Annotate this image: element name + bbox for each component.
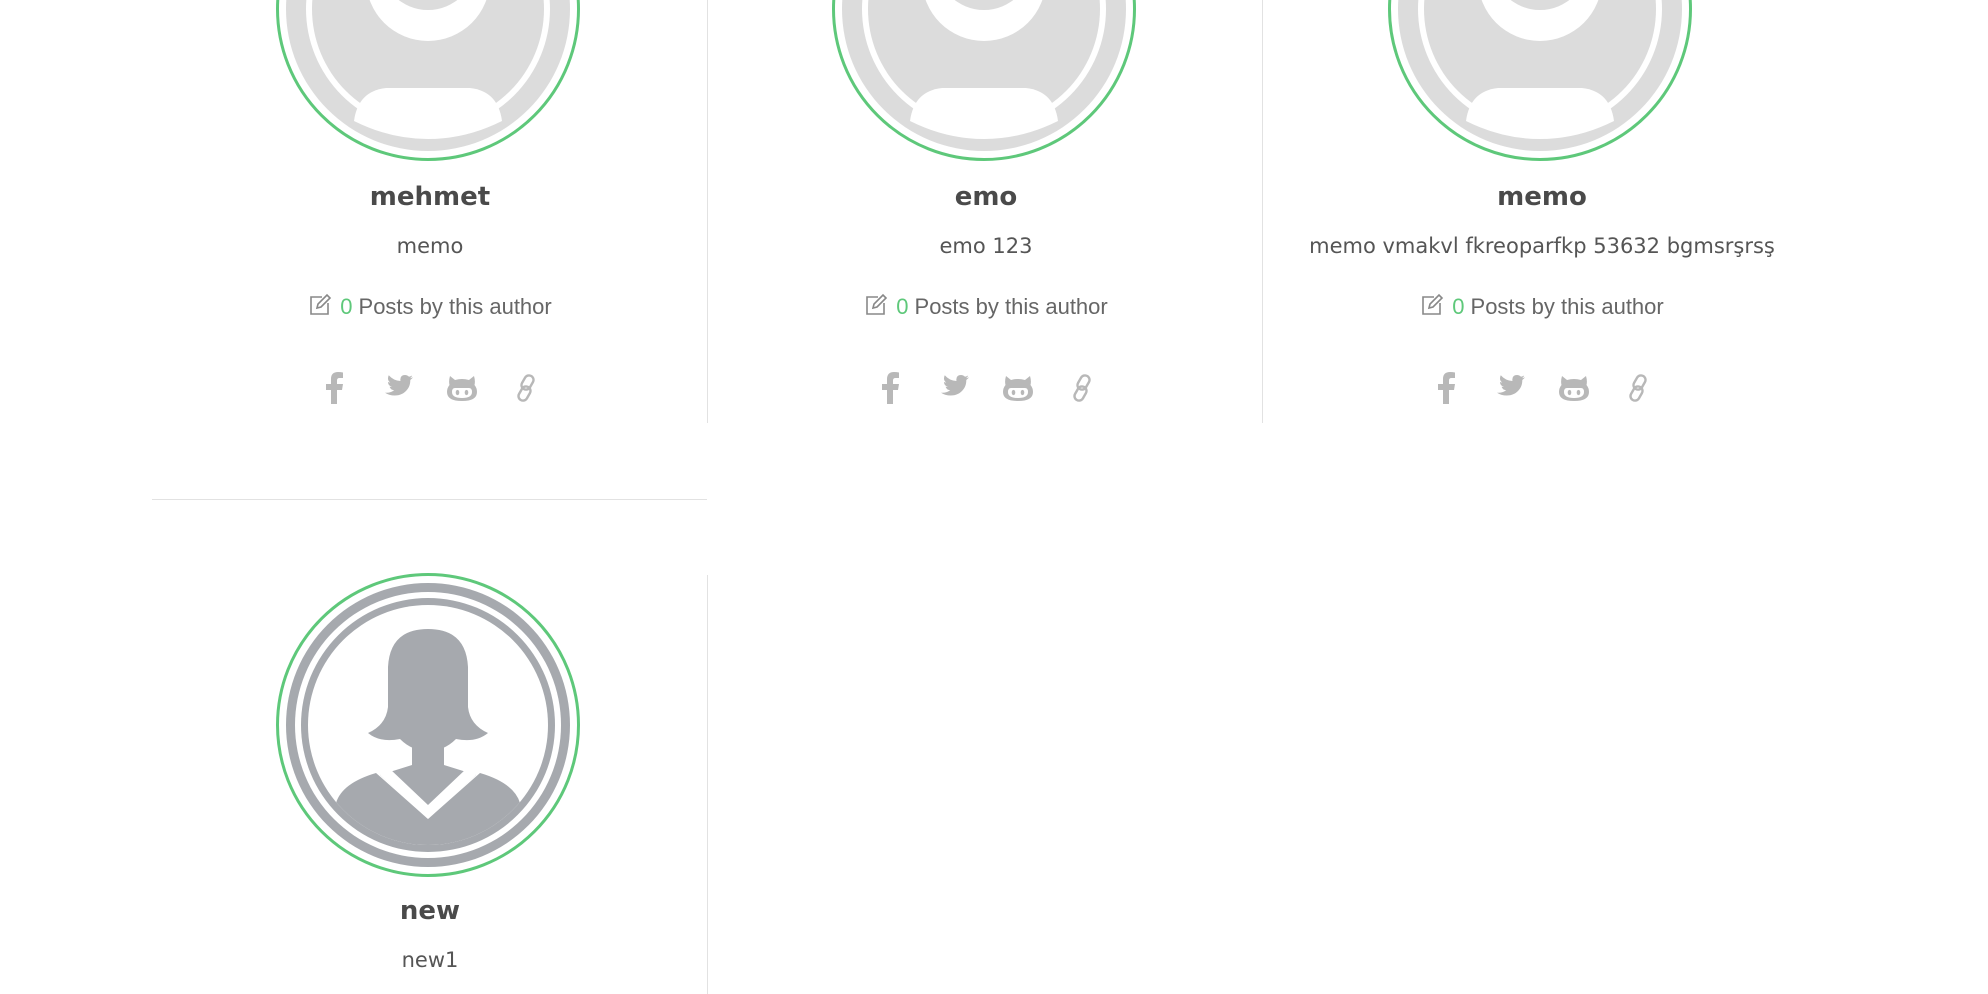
edit-icon bbox=[864, 293, 888, 324]
facebook-icon[interactable] bbox=[316, 370, 352, 406]
column-divider bbox=[1262, 0, 1263, 423]
post-count: 0 Posts by this author bbox=[1264, 293, 1820, 324]
post-count-value[interactable]: 0 bbox=[340, 294, 352, 319]
post-count: 0 Posts by this author bbox=[152, 293, 708, 324]
author-name[interactable]: emo bbox=[708, 182, 1264, 212]
post-count-label: Posts by this author bbox=[358, 294, 552, 319]
default-avatar-icon bbox=[842, 0, 1126, 151]
post-count-value[interactable]: 0 bbox=[1452, 294, 1464, 319]
author-bio: emo 123 bbox=[939, 234, 1033, 258]
facebook-icon[interactable] bbox=[872, 370, 908, 406]
facebook-icon[interactable] bbox=[1428, 370, 1464, 406]
avatar[interactable] bbox=[1388, 0, 1692, 161]
github-icon[interactable] bbox=[1556, 370, 1592, 406]
post-count-value[interactable]: 0 bbox=[896, 294, 908, 319]
author-name[interactable]: mehmet bbox=[152, 182, 708, 212]
edit-icon bbox=[1420, 293, 1444, 324]
default-avatar-icon bbox=[286, 0, 570, 151]
column-divider bbox=[707, 575, 708, 994]
post-count: 0 Posts by this author bbox=[708, 293, 1264, 324]
author-bio: new1 bbox=[401, 948, 459, 972]
column-divider bbox=[707, 0, 708, 423]
post-count-label: Posts by this author bbox=[1470, 294, 1664, 319]
row-divider bbox=[152, 499, 707, 500]
author-bio: memo vmakvl fkreoparfkp 53632 bgmsrşrsş bbox=[1309, 234, 1775, 258]
author-name[interactable]: new bbox=[152, 896, 708, 926]
github-icon[interactable] bbox=[1000, 370, 1036, 406]
social-links bbox=[1264, 370, 1820, 406]
edit-icon bbox=[308, 293, 332, 324]
link-icon[interactable] bbox=[508, 370, 544, 406]
social-links bbox=[152, 370, 708, 406]
twitter-icon[interactable] bbox=[1492, 370, 1528, 406]
link-icon[interactable] bbox=[1620, 370, 1656, 406]
author-name[interactable]: memo bbox=[1264, 182, 1820, 212]
post-count-label: Posts by this author bbox=[914, 294, 1108, 319]
twitter-icon[interactable] bbox=[936, 370, 972, 406]
github-icon[interactable] bbox=[444, 370, 480, 406]
twitter-icon[interactable] bbox=[380, 370, 416, 406]
avatar[interactable] bbox=[832, 0, 1136, 161]
default-avatar-icon bbox=[1398, 0, 1682, 151]
avatar[interactable] bbox=[276, 573, 580, 877]
social-links bbox=[708, 370, 1264, 406]
female-avatar-icon bbox=[286, 583, 570, 867]
author-bio: memo bbox=[396, 234, 464, 258]
avatar[interactable] bbox=[276, 0, 580, 161]
link-icon[interactable] bbox=[1064, 370, 1100, 406]
